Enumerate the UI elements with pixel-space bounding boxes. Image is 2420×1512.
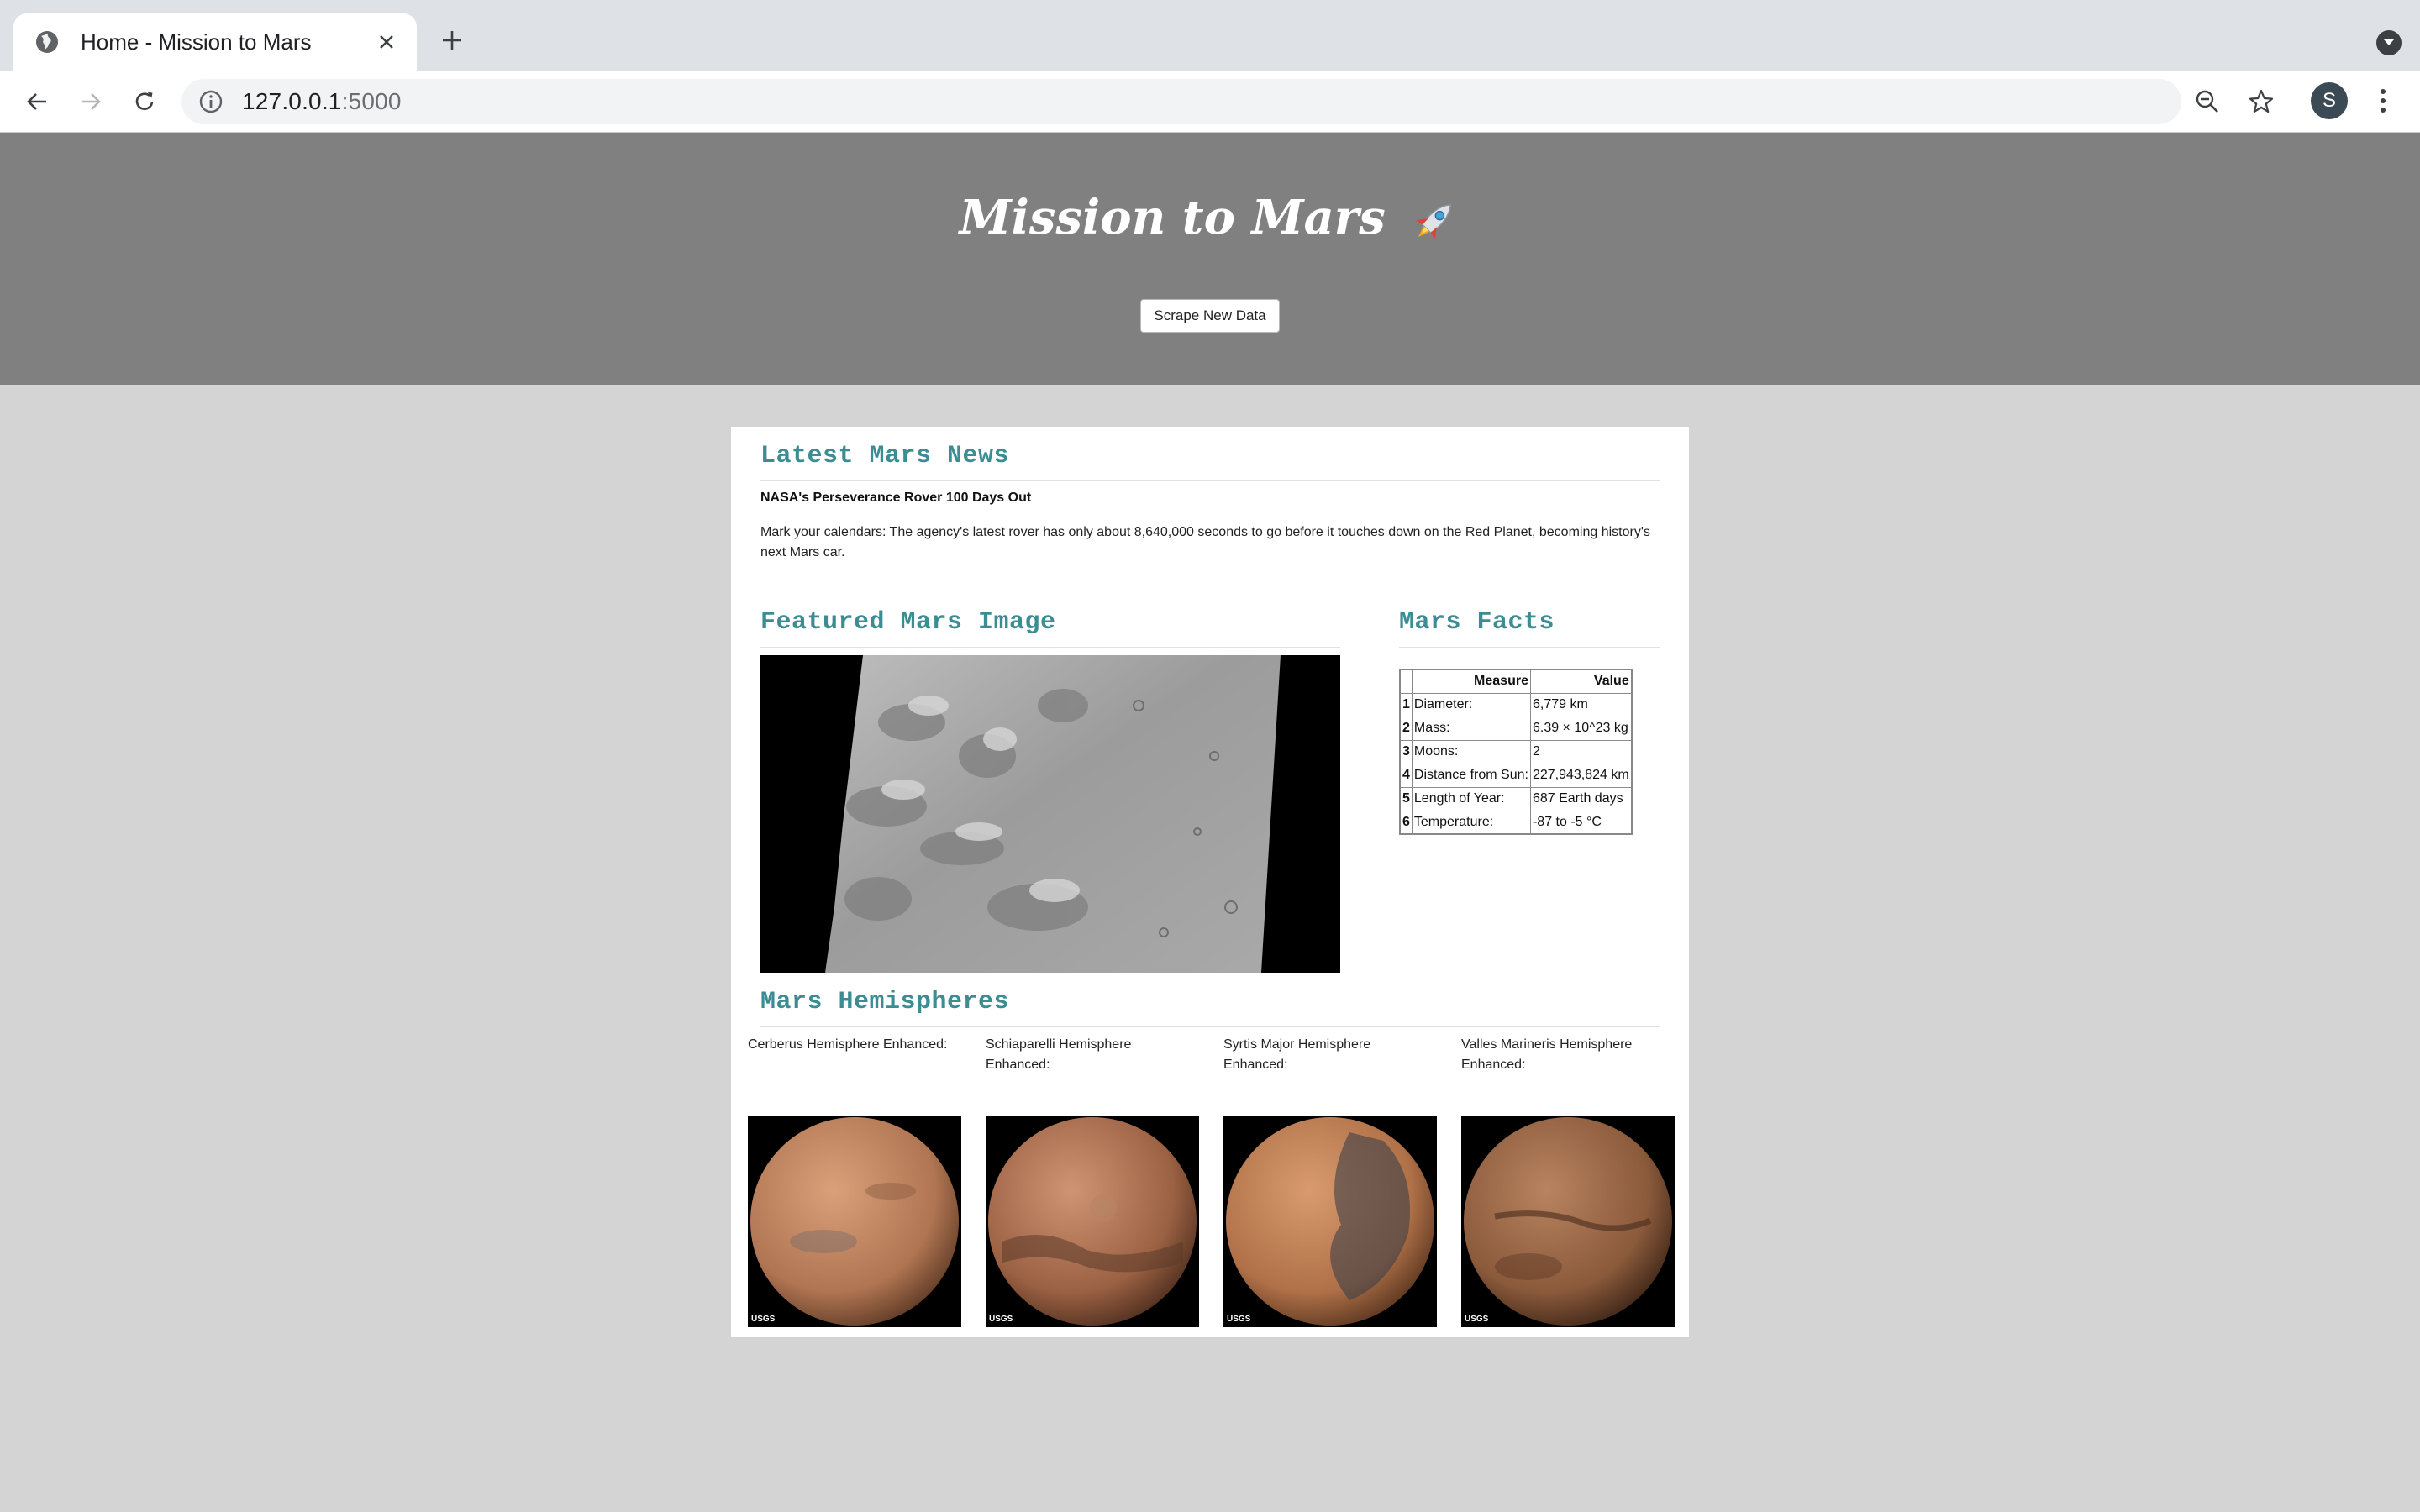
table-row: 5 Length of Year: 687 Earth days — [1399, 786, 1633, 811]
measure-cell: Mass: — [1411, 716, 1531, 741]
facts-heading: Mars Facts — [1399, 608, 1555, 637]
hemisphere-card-valles-marineris: Valles Marineris Hemisphere Enhanced: US… — [1461, 1035, 1675, 1327]
usgs-logo: USGS — [1227, 1315, 1251, 1324]
browser-toolbar: 127.0.0.1:5000 S — [0, 71, 2420, 133]
measure-cell: Diameter: — [1411, 692, 1531, 717]
hemisphere-title: Valles Marineris Hemisphere Enhanced: — [1461, 1037, 1633, 1072]
hemisphere-card-cerberus: Cerberus Hemisphere Enhanced: USGS — [748, 1035, 961, 1327]
mars-facts-table: Measure Value 1 Diameter: 6,779 km 2 Mass: 6… — [1399, 669, 1633, 835]
address-bar[interactable]: 127.0.0.1:5000 — [182, 79, 2274, 124]
page-header: Mission to Mars Scrape New Data — [0, 133, 2420, 385]
page-title: Mission to Mars — [0, 190, 2420, 247]
row-index: 4 — [1399, 763, 1413, 788]
row-index: 2 — [1399, 716, 1413, 741]
divider — [1399, 647, 1660, 648]
value-cell: 6.39 × 10^23 kg — [1529, 716, 1633, 741]
forward-icon[interactable] — [72, 83, 109, 120]
zoom-out-icon[interactable] — [2191, 86, 2223, 118]
hemisphere-title: Syrtis Major Hemisphere Enhanced: — [1223, 1037, 1371, 1072]
value-cell: -87 to -5 °C — [1529, 810, 1633, 835]
table-row: 1 Diameter: 6,779 km — [1399, 692, 1633, 717]
measure-cell: Length of Year: — [1411, 786, 1531, 811]
measure-cell: Moons: — [1411, 739, 1531, 764]
value-cell: 227,943,824 km — [1529, 763, 1633, 788]
usgs-logo: USGS — [751, 1315, 776, 1324]
measure-cell: Distance from Sun: — [1411, 763, 1531, 788]
measure-cell: Temperature: — [1411, 810, 1531, 835]
hemisphere-card-syrtis-major: Syrtis Major Hemisphere Enhanced: USGS — [1223, 1035, 1437, 1327]
news-title: NASA's Perseverance Rover 100 Days Out — [760, 491, 1032, 505]
hemisphere-title: Cerberus Hemisphere Enhanced: — [748, 1037, 948, 1052]
table-header-row: Measure Value — [1399, 669, 1633, 694]
info-icon[interactable] — [198, 89, 224, 114]
divider — [760, 647, 1340, 648]
featured-mars-image — [760, 655, 1340, 973]
browser-tab[interactable]: Home - Mission to Mars — [13, 13, 417, 71]
row-index: 6 — [1399, 810, 1413, 835]
hemisphere-title: Schiaparelli Hemisphere Enhanced: — [986, 1037, 1132, 1072]
url-text: 127.0.0.1:5000 — [242, 88, 402, 114]
scrape-button[interactable]: Scrape New Data — [1140, 299, 1280, 333]
hemispheres-heading: Mars Hemispheres — [760, 988, 1010, 1016]
reload-icon[interactable] — [126, 83, 163, 120]
rocket-icon — [1416, 204, 1452, 240]
hemisphere-card-schiaparelli: Schiaparelli Hemisphere Enhanced: USGS — [986, 1035, 1199, 1327]
tab-search-icon[interactable] — [2376, 30, 2402, 55]
bookmark-star-icon[interactable] — [2245, 86, 2277, 118]
table-row: 2 Mass: 6.39 × 10^23 kg — [1399, 716, 1633, 741]
table-row: 3 Moons: 2 — [1399, 739, 1633, 764]
back-icon[interactable] — [18, 83, 55, 120]
row-index: 1 — [1399, 692, 1413, 717]
divider — [760, 480, 1660, 481]
hemisphere-image-syrtis-major[interactable]: USGS — [1223, 1116, 1437, 1327]
usgs-logo: USGS — [1465, 1315, 1489, 1324]
value-cell: 6,779 km — [1529, 692, 1633, 717]
usgs-logo: USGS — [989, 1315, 1013, 1324]
tab-title: Home - Mission to Mars — [81, 29, 312, 55]
index-header — [1399, 669, 1413, 694]
value-header: Value — [1529, 669, 1633, 694]
browser-tabstrip: Home - Mission to Mars — [0, 0, 2420, 71]
row-index: 3 — [1399, 739, 1413, 764]
table-row: 4 Distance from Sun: 227,943,824 km — [1399, 763, 1633, 788]
measure-header: Measure — [1411, 669, 1531, 694]
more-menu-icon[interactable] — [2368, 82, 2398, 119]
profile-avatar[interactable]: S — [2311, 82, 2348, 119]
close-tab-icon[interactable] — [371, 27, 402, 57]
hemisphere-image-cerberus[interactable]: USGS — [748, 1116, 961, 1327]
divider — [760, 1026, 1660, 1027]
news-heading: Latest Mars News — [760, 442, 1010, 470]
news-paragraph: Mark your calendars: The agency's latest… — [760, 525, 1650, 559]
globe-icon — [36, 31, 58, 53]
table-row: 6 Temperature: -87 to -5 °C — [1399, 810, 1633, 835]
value-cell: 2 — [1529, 739, 1633, 764]
content-card: Latest Mars News NASA's Perseverance Rov… — [731, 427, 1689, 1337]
hemisphere-image-valles-marineris[interactable]: USGS — [1461, 1116, 1675, 1327]
value-cell: 687 Earth days — [1529, 786, 1633, 811]
featured-heading: Featured Mars Image — [760, 608, 1056, 637]
row-index: 5 — [1399, 786, 1413, 811]
new-tab-icon[interactable] — [435, 24, 469, 57]
hemisphere-image-schiaparelli[interactable]: USGS — [986, 1116, 1199, 1327]
